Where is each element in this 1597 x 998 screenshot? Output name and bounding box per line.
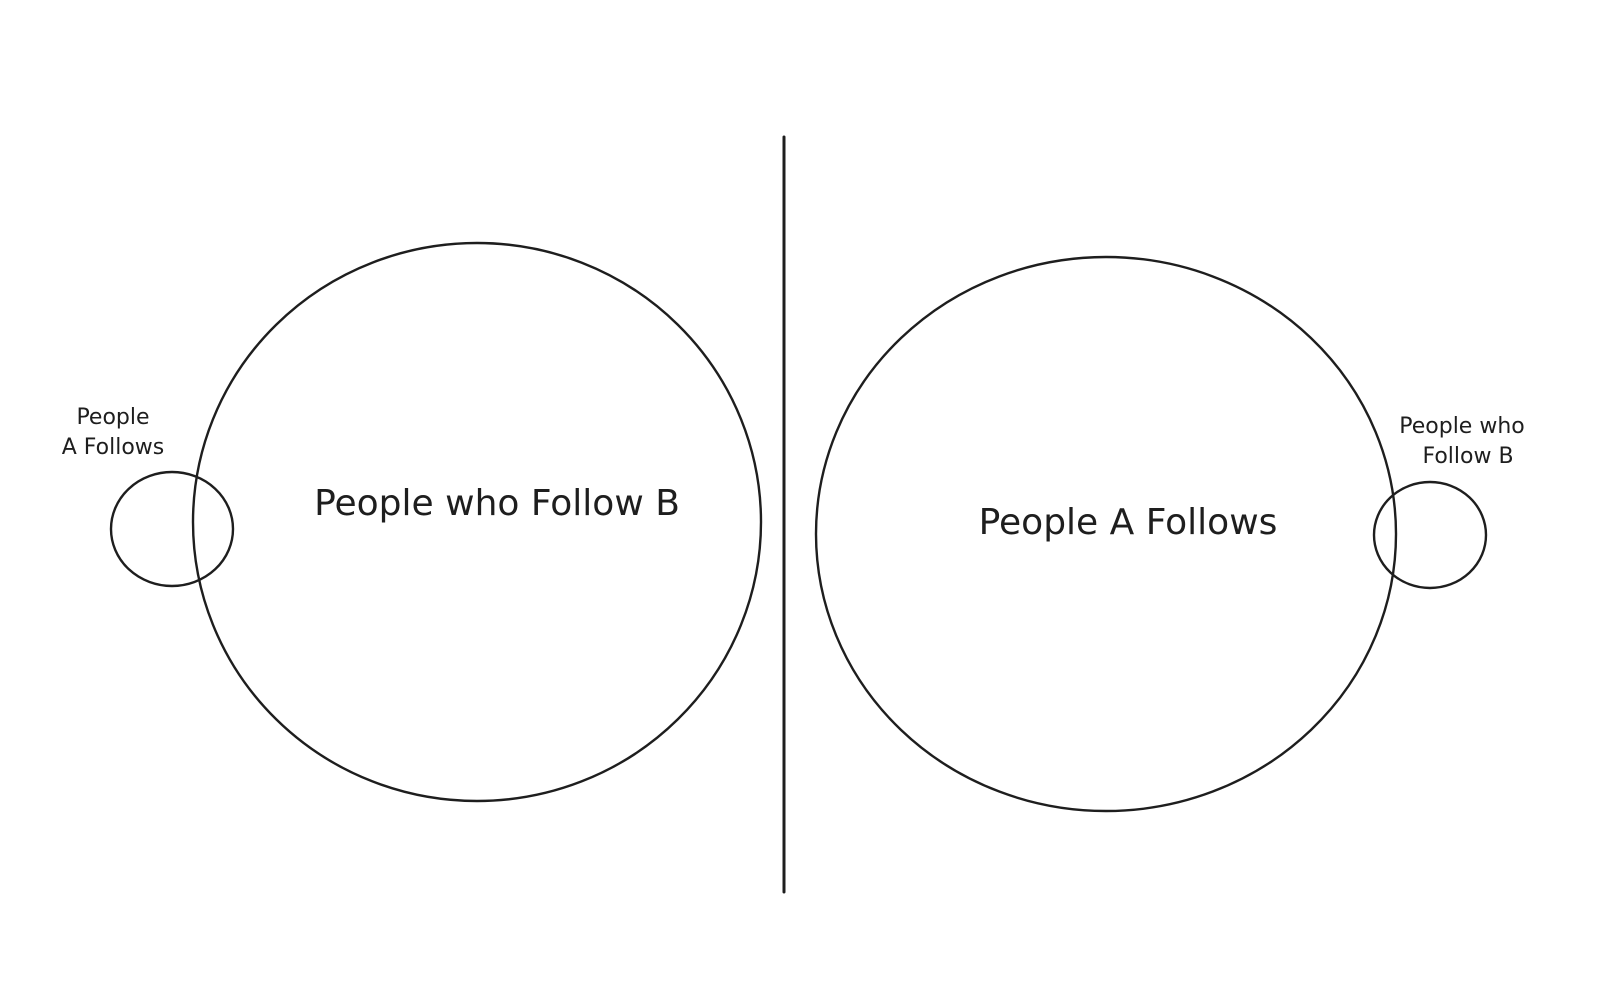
right-small-circle-label-line1: People who [1399, 414, 1524, 439]
right-panel: People A Follows People who Follow B [814, 255, 1525, 813]
left-large-circle-label: People who Follow B [314, 483, 680, 524]
left-small-circle-label-line1: People [76, 405, 149, 430]
right-small-circle [1372, 480, 1488, 590]
right-small-circle-label-line2: Follow B [1422, 444, 1513, 469]
left-small-circle [109, 470, 235, 588]
left-small-circle-label-line2: A Follows [62, 435, 165, 460]
left-panel: People who Follow B People A Follows [62, 241, 763, 803]
right-large-circle-label: People A Follows [979, 502, 1278, 543]
diagram-canvas: People who Follow B People A Follows Peo… [62, 135, 1525, 894]
